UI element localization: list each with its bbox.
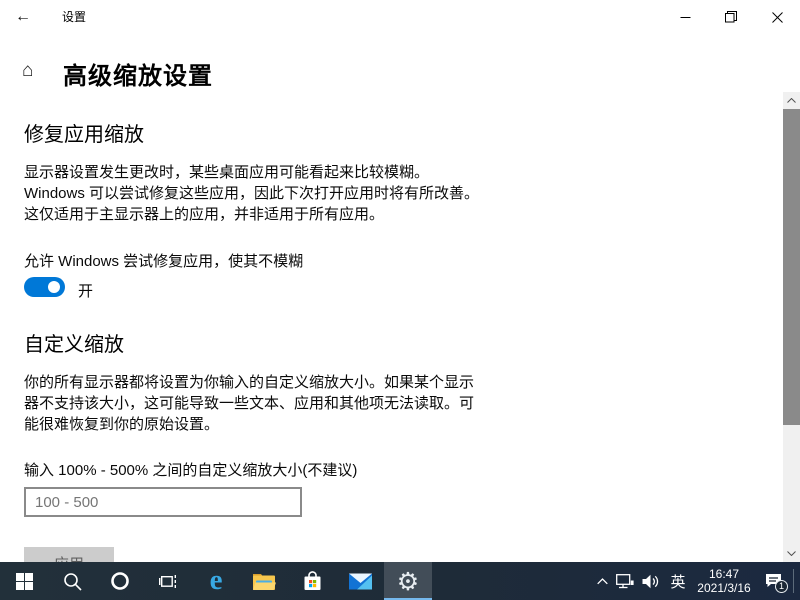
clock-time: 16:47: [708, 567, 740, 581]
cortana-icon: [111, 572, 129, 590]
close-icon: [771, 11, 783, 23]
minimize-icon: [680, 16, 690, 18]
taskbar-file-explorer-button[interactable]: [240, 562, 288, 600]
tray-show-hidden-icons[interactable]: [592, 562, 612, 600]
taskbar-edge-button[interactable]: e: [192, 562, 240, 600]
custom-scale-input-label: 输入 100% - 500% 之间的自定义缩放大小(不建议): [24, 462, 358, 479]
scrollbar-thumb[interactable]: [783, 109, 800, 425]
fix-scaling-toggle[interactable]: [24, 277, 65, 297]
gear-icon: ⚙: [396, 566, 420, 596]
scroll-up-button[interactable]: [783, 92, 800, 109]
store-icon: [304, 571, 320, 590]
back-arrow-icon: ←: [15, 8, 31, 25]
task-view-icon: [158, 574, 176, 588]
tray-volume-icon[interactable]: [638, 562, 665, 600]
edge-icon: e: [209, 563, 223, 596]
taskbar-search-button[interactable]: [48, 562, 96, 600]
title-bar: ← 设置: [0, 0, 800, 34]
fix-scaling-toggle-label: 允许 Windows 尝试修复应用，使其不模糊: [24, 253, 304, 270]
ime-language-label: 英: [670, 573, 686, 591]
windows-start-icon: [15, 572, 33, 590]
tray-action-center[interactable]: 1: [757, 562, 791, 600]
custom-scaling-description: 你的所有显示器都将设置为你输入的自定义缩放大小。如果某个显示器不支持该大小，这可…: [24, 374, 475, 433]
chevron-down-icon: [787, 551, 796, 556]
chevron-up-icon: [596, 577, 608, 584]
clock-date: 2021/3/16: [697, 581, 751, 595]
file-explorer-icon: [252, 573, 276, 590]
taskbar-cortana-button[interactable]: [96, 562, 144, 600]
custom-scaling-heading: 自定义缩放: [24, 334, 124, 356]
scroll-down-button[interactable]: [783, 545, 800, 562]
taskbar-mail-button[interactable]: [336, 562, 384, 600]
page-title: 高级缩放设置: [63, 63, 213, 90]
tray-clock[interactable]: 16:47 2021/3/16: [691, 562, 757, 600]
custom-scale-input[interactable]: [24, 487, 302, 517]
back-button[interactable]: ←: [0, 0, 46, 34]
vertical-scrollbar[interactable]: [783, 92, 800, 562]
taskbar-task-view-button[interactable]: [144, 562, 192, 600]
mail-icon: [348, 573, 372, 589]
chevron-up-icon: [787, 98, 796, 103]
taskbar-start-button[interactable]: [0, 562, 48, 600]
speaker-icon: [642, 574, 659, 588]
toggle-knob: [48, 281, 60, 293]
settings-window: ← 设置 ⌂ 高级缩放设置 修复应用缩放 显示器设置发生更改时，某些桌面应用可能…: [0, 0, 800, 600]
minimize-button[interactable]: [662, 0, 708, 34]
fix-scaling-heading: 修复应用缩放: [24, 124, 144, 146]
tray-network-icon[interactable]: [612, 562, 638, 600]
search-icon: [63, 572, 82, 591]
taskbar-store-button[interactable]: [288, 562, 336, 600]
fix-scaling-description: 显示器设置发生更改时，某些桌面应用可能看起来比较模糊。Windows 可以尝试修…: [24, 164, 480, 223]
notification-badge: 1: [775, 580, 788, 593]
window-title: 设置: [62, 10, 87, 24]
home-icon: ⌂: [22, 60, 34, 81]
close-button[interactable]: [754, 0, 800, 34]
system-tray: 英 16:47 2021/3/16 1: [592, 562, 800, 600]
taskbar: e ⚙ 英 16:47 2021/3/16 1: [0, 562, 800, 600]
toggle-state-label: 开: [78, 283, 94, 300]
restore-button[interactable]: [708, 0, 754, 34]
ethernet-icon: [616, 573, 634, 588]
tray-ime-indicator[interactable]: 英: [665, 562, 691, 600]
restore-icon: [725, 11, 737, 23]
taskbar-settings-button[interactable]: ⚙: [384, 562, 432, 600]
show-desktop-button[interactable]: [794, 562, 800, 600]
